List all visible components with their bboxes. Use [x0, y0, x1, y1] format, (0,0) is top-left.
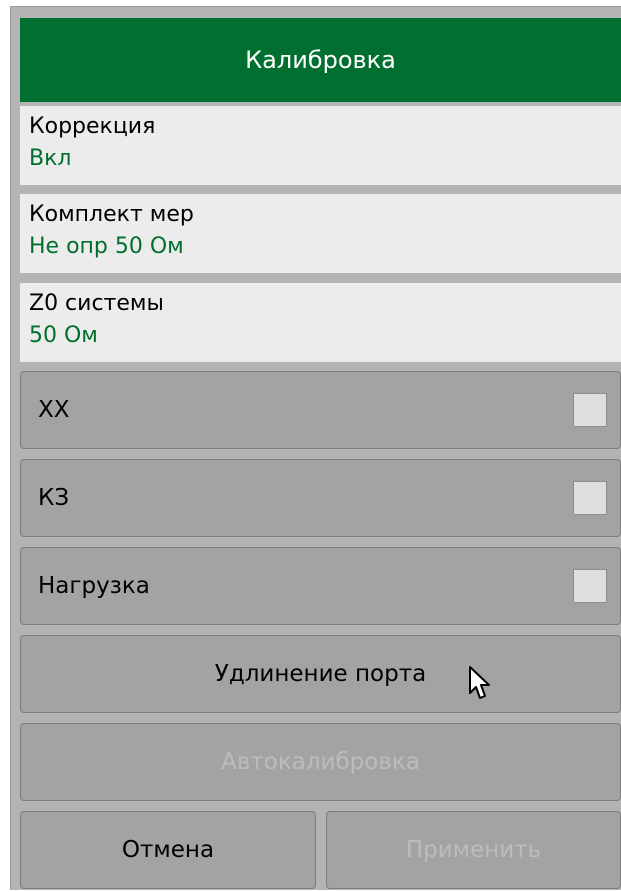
apply-button: Применить [326, 811, 621, 889]
system-z0-value: 50 Ом [29, 323, 98, 348]
short-standard-label: КЗ [38, 485, 70, 511]
load-standard-label: Нагрузка [38, 573, 150, 599]
autocalibration-button: Автокалибровка [20, 723, 621, 801]
correction-parameter[interactable]: Коррекция Вкл [20, 106, 621, 185]
cancel-label: Отмена [121, 837, 215, 863]
apply-label: Применить [405, 837, 542, 863]
open-standard-label: XX [38, 397, 70, 423]
system-z0-label: Z0 системы [29, 291, 164, 316]
short-standard-checkbox[interactable] [573, 481, 607, 515]
autocalibration-label: Автокалибровка [221, 749, 420, 775]
system-z0-parameter[interactable]: Z0 системы 50 Ом [20, 283, 621, 362]
correction-label: Коррекция [29, 114, 156, 139]
port-extension-button[interactable]: Удлинение порта [20, 635, 621, 713]
cancel-button[interactable]: Отмена [20, 811, 316, 889]
menu-title-label: Калибровка [245, 46, 396, 74]
load-standard-checkbox[interactable] [573, 569, 607, 603]
short-standard-button[interactable]: КЗ [20, 459, 621, 537]
menu-title: Калибровка [20, 18, 621, 102]
port-extension-label: Удлинение порта [214, 661, 427, 687]
correction-value: Вкл [29, 146, 72, 171]
load-standard-button[interactable]: Нагрузка [20, 547, 621, 625]
cal-kit-label: Комплект мер [29, 202, 194, 227]
open-standard-button[interactable]: XX [20, 371, 621, 449]
cal-kit-value: Не опр 50 Ом [29, 234, 184, 259]
open-standard-checkbox[interactable] [573, 393, 607, 427]
cal-kit-parameter[interactable]: Комплект мер Не опр 50 Ом [20, 194, 621, 273]
mouse-pointer-icon [469, 666, 490, 699]
